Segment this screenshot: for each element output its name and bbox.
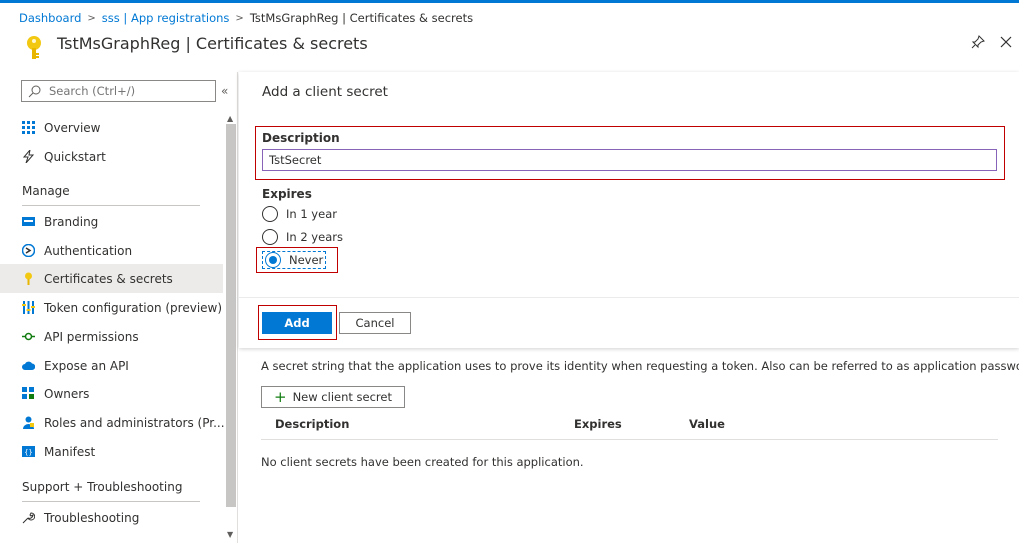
sidebar-item-roles-administrators[interactable]: Roles and administrators (Pr... <box>0 408 225 437</box>
scrollbar-thumb[interactable] <box>226 124 236 507</box>
sidebar: « Overview Quickstart Manage Branding Au… <box>0 72 238 543</box>
sidebar-item-api-permissions[interactable]: API permissions <box>0 322 223 351</box>
breadcrumb-current: TstMsGraphReg | Certificates & secrets <box>249 11 474 25</box>
sidebar-item-label: Branding <box>44 214 99 229</box>
roles-person-icon <box>23 416 34 429</box>
owners-grid-icon <box>22 387 34 399</box>
sidebar-item-label: Manifest <box>44 444 96 459</box>
chevron-right-icon: > <box>87 12 96 24</box>
sidebar-item-label: Overview <box>44 120 101 135</box>
divider <box>239 297 1019 298</box>
search-input[interactable] <box>49 84 209 98</box>
radio-option-never[interactable]: Never <box>262 251 327 269</box>
sidebar-item-label: Authentication <box>44 243 133 258</box>
empty-table-message: No client secrets have been created for … <box>261 455 584 469</box>
divider <box>22 205 200 206</box>
add-client-secret-panel: Add a client secret Description Expires … <box>239 72 1019 348</box>
overview-grid-icon <box>22 121 35 134</box>
sidebar-item-label: Quickstart <box>44 149 106 164</box>
close-icon[interactable] <box>998 34 1014 50</box>
radio-button-selected[interactable] <box>265 252 281 268</box>
new-client-secret-button[interactable]: + New client secret <box>261 386 405 408</box>
search-icon <box>28 85 41 97</box>
new-client-secret-label: New client secret <box>292 390 392 404</box>
key-icon <box>27 36 41 59</box>
sidebar-item-token-configuration[interactable]: Token configuration (preview) <box>0 293 223 322</box>
sidebar-scrollbar[interactable]: ▲ ▼ <box>224 112 237 543</box>
radio-button[interactable] <box>262 206 278 222</box>
api-permissions-icon <box>22 332 35 341</box>
table-divider <box>261 439 998 440</box>
panel-title: Add a client secret <box>262 84 388 100</box>
lightning-icon <box>22 150 35 163</box>
sidebar-item-label: Troubleshooting <box>44 510 140 525</box>
sidebar-item-troubleshooting[interactable]: Troubleshooting <box>0 503 223 532</box>
add-button[interactable]: Add <box>262 312 332 334</box>
manifest-icon: {} <box>22 446 35 457</box>
secret-description-text: A secret string that the application use… <box>261 359 1019 373</box>
sidebar-item-overview[interactable]: Overview <box>0 113 223 142</box>
sidebar-item-label: API permissions <box>44 329 139 344</box>
radio-option-1-year[interactable]: In 1 year <box>262 205 337 223</box>
blade-header: TstMsGraphReg | Certificates & secrets <box>0 29 1019 63</box>
sidebar-item-expose-an-api[interactable]: Expose an API <box>0 351 223 380</box>
sidebar-search[interactable] <box>21 80 216 102</box>
scroll-up-icon[interactable]: ▲ <box>227 114 233 123</box>
sidebar-item-quickstart[interactable]: Quickstart <box>0 142 223 171</box>
svg-text:{}: {} <box>24 449 32 457</box>
sidebar-item-label: Owners <box>44 386 90 401</box>
collapse-sidebar-icon[interactable]: « <box>221 84 228 98</box>
chevron-right-icon: > <box>235 12 244 24</box>
description-input[interactable] <box>262 149 997 171</box>
focus-outline: Never <box>262 251 327 269</box>
sidebar-item-label: Expose an API <box>44 358 129 373</box>
sidebar-item-owners[interactable]: Owners <box>0 379 223 408</box>
sidebar-item-certificates-secrets[interactable]: Certificates & secrets <box>0 264 223 293</box>
breadcrumb-app-registrations[interactable]: sss | App registrations <box>102 11 230 25</box>
radio-button[interactable] <box>262 229 278 245</box>
authentication-icon <box>22 244 35 257</box>
radio-label: In 1 year <box>286 207 337 221</box>
sidebar-item-manifest[interactable]: {} Manifest <box>0 437 223 466</box>
sidebar-item-label: Token configuration (preview) <box>44 300 223 315</box>
section-header-support: Support + Troubleshooting <box>22 480 183 494</box>
section-header-manage: Manage <box>22 184 70 198</box>
scroll-down-icon[interactable]: ▼ <box>227 530 233 539</box>
cloud-icon <box>22 361 35 370</box>
page-title: TstMsGraphReg | Certificates & secrets <box>57 34 368 53</box>
divider <box>22 501 200 502</box>
breadcrumb-dashboard[interactable]: Dashboard <box>19 11 81 25</box>
top-accent-bar <box>0 0 1019 3</box>
description-label: Description <box>262 131 340 145</box>
radio-label: Never <box>289 253 324 267</box>
column-header-expires: Expires <box>574 417 622 431</box>
breadcrumb: Dashboard > sss | App registrations > Ts… <box>19 10 473 26</box>
pin-icon[interactable] <box>970 34 986 50</box>
radio-label: In 2 years <box>286 230 343 244</box>
plus-icon: + <box>273 387 287 406</box>
key-icon <box>25 272 32 285</box>
token-bars-icon <box>22 301 35 314</box>
expires-label: Expires <box>262 187 312 201</box>
wrench-icon <box>22 512 35 524</box>
branding-icon <box>22 217 35 226</box>
column-header-description: Description <box>275 417 350 431</box>
sidebar-item-branding[interactable]: Branding <box>0 207 223 236</box>
sidebar-item-label: Certificates & secrets <box>44 271 173 286</box>
column-header-value: Value <box>689 417 725 431</box>
sidebar-item-label: Roles and administrators (Pr... <box>44 415 225 430</box>
sidebar-item-authentication[interactable]: Authentication <box>0 236 223 265</box>
cancel-button[interactable]: Cancel <box>339 312 411 334</box>
radio-option-2-years[interactable]: In 2 years <box>262 228 343 246</box>
